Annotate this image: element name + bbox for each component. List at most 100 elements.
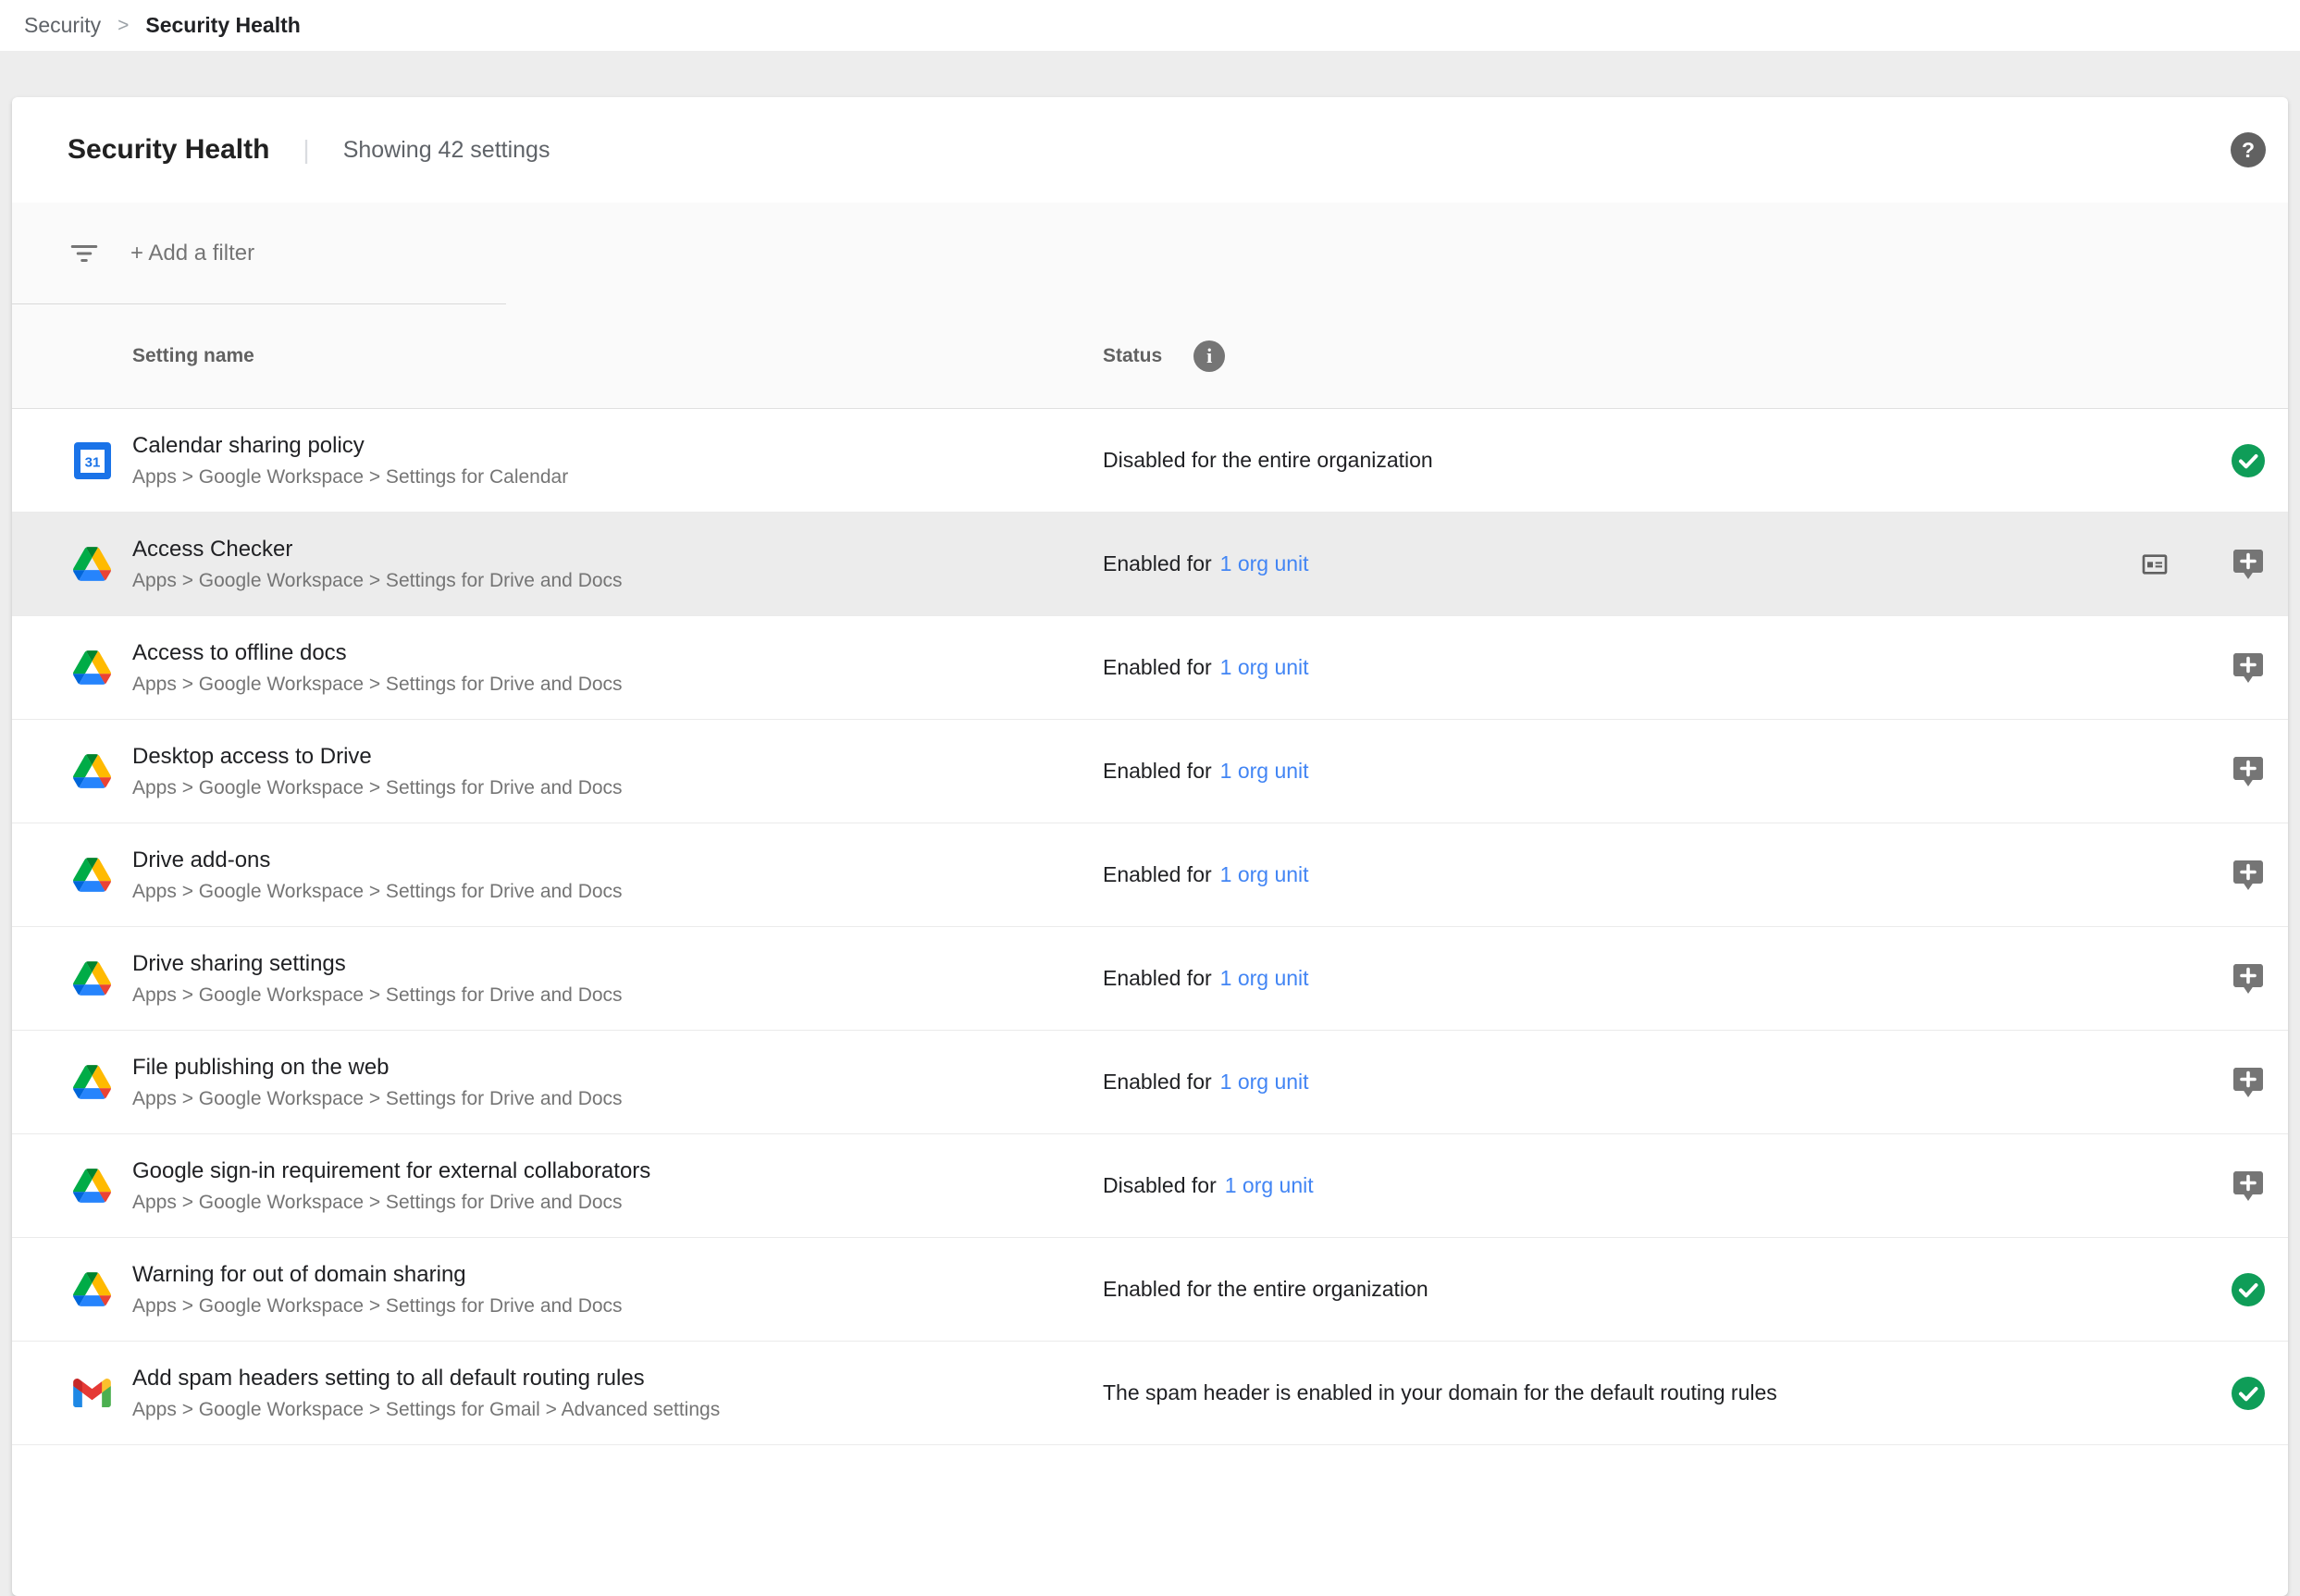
setting-name-cell: Drive sharing settings Apps > Google Work… [132, 951, 1103, 1007]
view-details-icon[interactable] [2140, 550, 2170, 579]
assign-org-unit-icon[interactable] [2231, 961, 2266, 996]
setting-status: Enabled for 1 org unit [1103, 655, 2231, 680]
setting-path: Apps > Google Workspace > Settings for C… [132, 466, 1066, 489]
drive-icon [73, 1270, 111, 1308]
row-actions [2231, 1376, 2266, 1411]
setting-path: Apps > Google Workspace > Settings for D… [132, 1295, 1066, 1318]
setting-name: Drive sharing settings [132, 951, 1066, 977]
status-text: Enabled for [1103, 966, 1212, 991]
setting-path: Apps > Google Workspace > Settings for D… [132, 674, 1066, 696]
setting-name: Access Checker [132, 537, 1066, 563]
org-unit-link[interactable]: 1 org unit [1220, 966, 1309, 991]
setting-path: Apps > Google Workspace > Settings for G… [132, 1399, 1066, 1421]
setting-name: Calendar sharing policy [132, 433, 1066, 459]
status-text: Enabled for [1103, 655, 1212, 680]
setting-status: Enabled for 1 org unit [1103, 551, 2140, 576]
assign-org-unit-icon[interactable] [2231, 1169, 2266, 1204]
status-ok-icon [2231, 1272, 2266, 1307]
column-status-label: Status [1103, 345, 1162, 367]
calendar-icon: 31 [73, 441, 111, 479]
assign-org-unit-icon[interactable] [2231, 754, 2266, 789]
setting-status: Enabled for 1 org unit [1103, 966, 2231, 991]
filter-list-icon[interactable] [68, 237, 101, 270]
status-ok-icon [2231, 443, 2266, 478]
row-actions [2231, 1272, 2266, 1307]
column-status: Status i [1103, 340, 1225, 372]
setting-name: Warning for out of domain sharing [132, 1262, 1066, 1288]
setting-path: Apps > Google Workspace > Settings for D… [132, 1088, 1066, 1110]
add-filter-button[interactable]: + Add a filter [130, 241, 254, 266]
breadcrumb-separator: > [117, 15, 129, 37]
setting-status: Enabled for 1 org unit [1103, 759, 2231, 784]
assign-org-unit-icon[interactable] [2231, 1065, 2266, 1100]
table-row[interactable]: 31 Calendar sharing policy Apps > Google W… [12, 409, 2288, 513]
title-divider: | [303, 135, 309, 165]
table-row[interactable]: Add spam headers setting to all default … [12, 1342, 2288, 1445]
setting-name-cell: File publishing on the web Apps > Google … [132, 1055, 1103, 1110]
setting-name-cell: Warning for out of domain sharing Apps > … [132, 1262, 1103, 1318]
setting-status: Disabled for 1 org unit [1103, 1173, 2231, 1198]
setting-path: Apps > Google Workspace > Settings for D… [132, 881, 1066, 903]
setting-status: Disabled for the entire organization [1103, 448, 2231, 473]
status-text: Disabled for [1103, 1173, 1217, 1198]
org-unit-link[interactable]: 1 org unit [1225, 1173, 1314, 1198]
column-setting-name: Setting name [132, 345, 1103, 367]
drive-icon [73, 1167, 111, 1205]
help-button[interactable]: ? [2231, 132, 2266, 167]
table-row[interactable]: Google sign-in requirement for external … [12, 1134, 2288, 1238]
setting-path: Apps > Google Workspace > Settings for D… [132, 984, 1066, 1007]
setting-status: Enabled for 1 org unit [1103, 1070, 2231, 1095]
setting-name: File publishing on the web [132, 1055, 1066, 1081]
org-unit-link[interactable]: 1 org unit [1220, 1070, 1309, 1095]
row-actions [2231, 1065, 2266, 1100]
breadcrumb-security[interactable]: Security [24, 13, 101, 38]
row-actions [2231, 754, 2266, 789]
org-unit-link[interactable]: 1 org unit [1220, 759, 1309, 784]
setting-name-cell: Calendar sharing policy Apps > Google Wor… [132, 433, 1103, 489]
gmail-icon [73, 1374, 111, 1412]
status-text: Enabled for [1103, 551, 1212, 576]
table-row[interactable]: Drive sharing settings Apps > Google Work… [12, 927, 2288, 1031]
setting-name: Desktop access to Drive [132, 744, 1066, 770]
table-row[interactable]: Warning for out of domain sharing Apps > … [12, 1238, 2288, 1342]
status-text: Enabled for [1103, 759, 1212, 784]
status-text: Enabled for [1103, 1070, 1212, 1095]
table-row[interactable]: Access Checker Apps > Google Workspace > … [12, 513, 2288, 616]
setting-name: Google sign-in requirement for external … [132, 1158, 1066, 1184]
row-actions [2231, 650, 2266, 686]
drive-icon [73, 545, 111, 583]
row-actions [2231, 443, 2266, 478]
card-header: Security Health | Showing 42 settings ? [12, 97, 2288, 203]
setting-name: Drive add-ons [132, 847, 1066, 873]
table-row[interactable]: File publishing on the web Apps > Google … [12, 1031, 2288, 1134]
setting-path: Apps > Google Workspace > Settings for D… [132, 777, 1066, 799]
table-row[interactable]: Desktop access to Drive Apps > Google Wor… [12, 720, 2288, 823]
security-health-card: Security Health | Showing 42 settings ? … [12, 97, 2288, 1596]
drive-icon [73, 752, 111, 790]
drive-icon [73, 1063, 111, 1101]
setting-name-cell: Desktop access to Drive Apps > Google Wor… [132, 744, 1103, 799]
setting-status: Enabled for the entire organization [1103, 1277, 2231, 1302]
org-unit-link[interactable]: 1 org unit [1220, 655, 1309, 680]
drive-icon [73, 649, 111, 687]
status-text: Enabled for [1103, 862, 1212, 887]
svg-text:31: 31 [84, 454, 100, 470]
table-row[interactable]: Access to offline docsApps > Google Work… [12, 616, 2288, 720]
setting-path: Apps > Google Workspace > Settings for D… [132, 1192, 1066, 1214]
org-unit-link[interactable]: 1 org unit [1220, 551, 1309, 576]
setting-name-cell: Drive add-ons Apps > Google Workspace > S… [132, 847, 1103, 903]
drive-icon [73, 856, 111, 894]
row-actions [2140, 547, 2266, 582]
assign-org-unit-icon[interactable] [2231, 547, 2266, 582]
org-unit-link[interactable]: 1 org unit [1220, 862, 1309, 887]
settings-table: 31 Calendar sharing policy Apps > Google W… [12, 409, 2288, 1445]
table-row[interactable]: Drive add-ons Apps > Google Workspace > S… [12, 823, 2288, 927]
status-info-icon[interactable]: i [1193, 340, 1225, 372]
setting-path: Apps > Google Workspace > Settings for D… [132, 570, 1066, 592]
assign-org-unit-icon[interactable] [2231, 650, 2266, 686]
filter-bar: + Add a filter [12, 203, 2288, 304]
assign-org-unit-icon[interactable] [2231, 858, 2266, 893]
status-text: The spam header is enabled in your domai… [1103, 1380, 1777, 1405]
setting-name-cell: Access Checker Apps > Google Workspace > … [132, 537, 1103, 592]
row-actions [2231, 961, 2266, 996]
